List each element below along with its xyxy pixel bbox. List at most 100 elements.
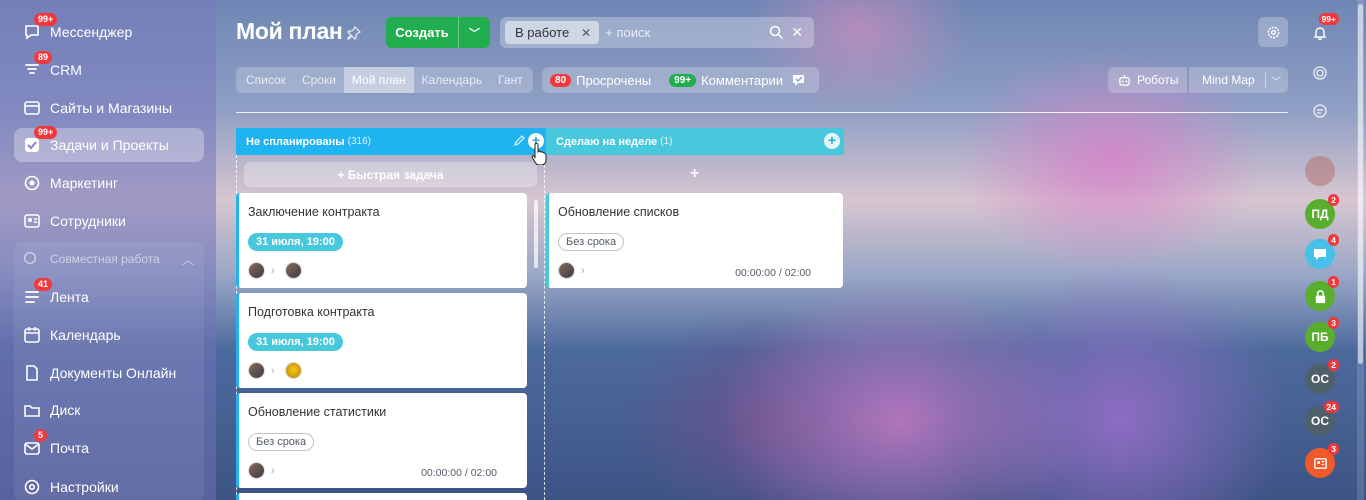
scrollbar-thumb[interactable] — [1358, 4, 1363, 364]
column-count: (1) — [660, 136, 673, 147]
avatar[interactable] — [248, 462, 265, 479]
search-filter-box[interactable]: В работе ✕ ✕ — [500, 17, 814, 48]
tasks-icon: 99+ — [22, 126, 58, 155]
contact-chat[interactable]: 4 — [1305, 234, 1339, 269]
chevron-up-icon[interactable]: ︿ — [182, 251, 194, 268]
right-scrollbar[interactable] — [1357, 0, 1364, 500]
messenger-badge: 99+ — [34, 13, 58, 26]
avatar[interactable] — [284, 362, 302, 379]
collaboration-group-title[interactable]: Совместная работа ︿ — [14, 242, 204, 276]
chevron-down-icon[interactable]: ﹀ — [459, 25, 490, 41]
sidebar-item-tasks[interactable]: 99+ Задачи и Проекты — [14, 126, 204, 162]
column-header-unplanned[interactable]: Не спланированы (316) + — [236, 128, 547, 155]
crm-icon: 89 — [22, 51, 53, 80]
sidebar-item-feed[interactable]: 41 Лента — [14, 278, 204, 314]
avatar[interactable] — [248, 362, 265, 379]
pencil-icon[interactable] — [513, 135, 525, 147]
sidebar-item-messenger[interactable]: 99+ Мессенджер — [14, 13, 204, 49]
search-chat-button[interactable] — [1305, 96, 1335, 126]
sidebar-item-crm[interactable]: 89 CRM — [14, 51, 204, 87]
tab-gantt[interactable]: Гант — [490, 67, 531, 93]
contact-card[interactable]: 3 — [1305, 443, 1339, 478]
search-input[interactable] — [605, 25, 766, 40]
filter-chip-in-progress[interactable]: В работе ✕ — [505, 21, 600, 44]
robots-button[interactable]: Роботы — [1108, 67, 1187, 93]
task-title[interactable]: Заключение контракта — [248, 205, 380, 219]
mindmap-button[interactable]: Mind Map ﹀ — [1189, 67, 1288, 93]
task-card[interactable]: Заключение контракта 31 июля, 19:00 › — [236, 193, 527, 288]
task-card[interactable]: Подготовка контракта 31 июля, 19:00 › — [236, 293, 527, 388]
clear-search-icon[interactable]: ✕ — [791, 24, 803, 41]
tab-list[interactable]: Список — [238, 67, 294, 93]
quick-task-button[interactable]: + Быстрая задача — [244, 162, 537, 187]
hand-cursor-icon — [531, 142, 547, 165]
disk-icon — [22, 400, 42, 420]
calendar-icon — [22, 325, 42, 345]
sidebar-item-sites[interactable]: Сайты и Магазины — [14, 91, 204, 125]
contact-badge: 4 — [1328, 234, 1339, 246]
tab-deadlines[interactable]: Сроки — [294, 67, 344, 93]
settings-button[interactable] — [1258, 17, 1288, 47]
sidebar-item-calendar[interactable]: Календарь — [14, 318, 204, 352]
search-icon[interactable] — [769, 25, 784, 40]
deadline-badge[interactable]: Без срока — [248, 433, 315, 451]
pulse-button[interactable] — [1305, 58, 1335, 88]
sidebar-item-employees[interactable]: Сотрудники — [14, 204, 204, 238]
tab-calendar[interactable]: Календарь — [414, 67, 491, 93]
sites-icon — [22, 98, 42, 118]
marketing-icon — [22, 173, 42, 193]
task-title[interactable]: Обновление списков — [558, 205, 679, 219]
chat-bubble-icon — [1314, 249, 1326, 260]
contact-initials: ПБ — [1311, 330, 1329, 344]
feed-icon: 41 — [22, 278, 53, 307]
add-task-button[interactable]: + — [690, 165, 699, 183]
page-title: Мой план — [236, 18, 343, 44]
comments-counter[interactable]: 99+ Комментарии — [669, 73, 783, 88]
sidebar-item-label: Задачи и Проекты — [50, 137, 169, 153]
contact-initials: ОС — [1311, 372, 1329, 386]
avatar[interactable] — [284, 262, 302, 279]
deadline-badge[interactable]: 31 июля, 19:00 — [248, 233, 343, 251]
deadline-badge[interactable]: Без срока — [558, 233, 625, 251]
task-participants: › — [248, 362, 302, 379]
sidebar-item-mail[interactable]: 5 Почта — [14, 429, 204, 465]
contact-lock[interactable]: 1 — [1305, 276, 1339, 311]
column-title: Не спланированы — [246, 135, 345, 148]
task-title[interactable]: Обновление статистики — [248, 405, 386, 419]
task-title[interactable]: Подготовка контракта — [248, 305, 375, 319]
chevron-down-icon[interactable]: ﹀ — [1271, 73, 1281, 88]
column-scrollbar[interactable] — [534, 200, 538, 268]
sidebar-item-disk[interactable]: Диск — [14, 393, 204, 427]
close-icon[interactable]: ✕ — [581, 26, 591, 40]
contact-badge: 24 — [1323, 401, 1339, 413]
add-column-button[interactable]: + — [824, 133, 840, 149]
task-participants: › — [248, 262, 302, 279]
sidebar-item-label: Сотрудники — [50, 213, 126, 229]
pin-icon[interactable] — [347, 26, 361, 40]
sidebar-item-settings[interactable]: Настройки — [14, 470, 204, 500]
overdue-counter[interactable]: 80 Просрочены — [550, 73, 651, 88]
chevron-right-icon: › — [271, 364, 275, 377]
contact-os-2[interactable]: ОС 24 — [1305, 401, 1339, 436]
task-card[interactable]: Обновление списков Без срока › 00:00:00 … — [546, 193, 843, 288]
task-card[interactable] — [236, 493, 527, 500]
column-header-this-week[interactable]: Сделаю на неделе (1) + — [546, 128, 844, 155]
sidebar-item-marketing[interactable]: Маркетинг — [14, 166, 204, 200]
notifications-button[interactable]: 99+ — [1305, 13, 1339, 48]
avatar[interactable] — [1305, 156, 1335, 186]
task-card[interactable]: Обновление статистики Без срока › 00:00:… — [236, 393, 527, 488]
tasks-badge: 99+ — [34, 126, 58, 139]
read-all-chat-icon[interactable] — [791, 72, 807, 88]
deadline-badge[interactable]: 31 июля, 19:00 — [248, 333, 343, 351]
contact-pb[interactable]: ПБ 3 — [1305, 317, 1339, 352]
sidebar-item-documents[interactable]: Документы Онлайн — [14, 356, 204, 390]
tab-my-plan[interactable]: Мой план — [343, 67, 414, 93]
avatar[interactable] — [248, 262, 265, 279]
header-divider — [236, 112, 1288, 113]
collaboration-icon — [22, 250, 42, 269]
avatar[interactable] — [558, 262, 575, 279]
contact-pd[interactable]: ПД 2 — [1305, 194, 1339, 229]
create-button[interactable]: Создать ﹀ — [386, 17, 490, 48]
view-tabs: Список Сроки Мой план Календарь Гант — [236, 67, 533, 93]
contact-os-1[interactable]: ОС 2 — [1305, 359, 1339, 394]
